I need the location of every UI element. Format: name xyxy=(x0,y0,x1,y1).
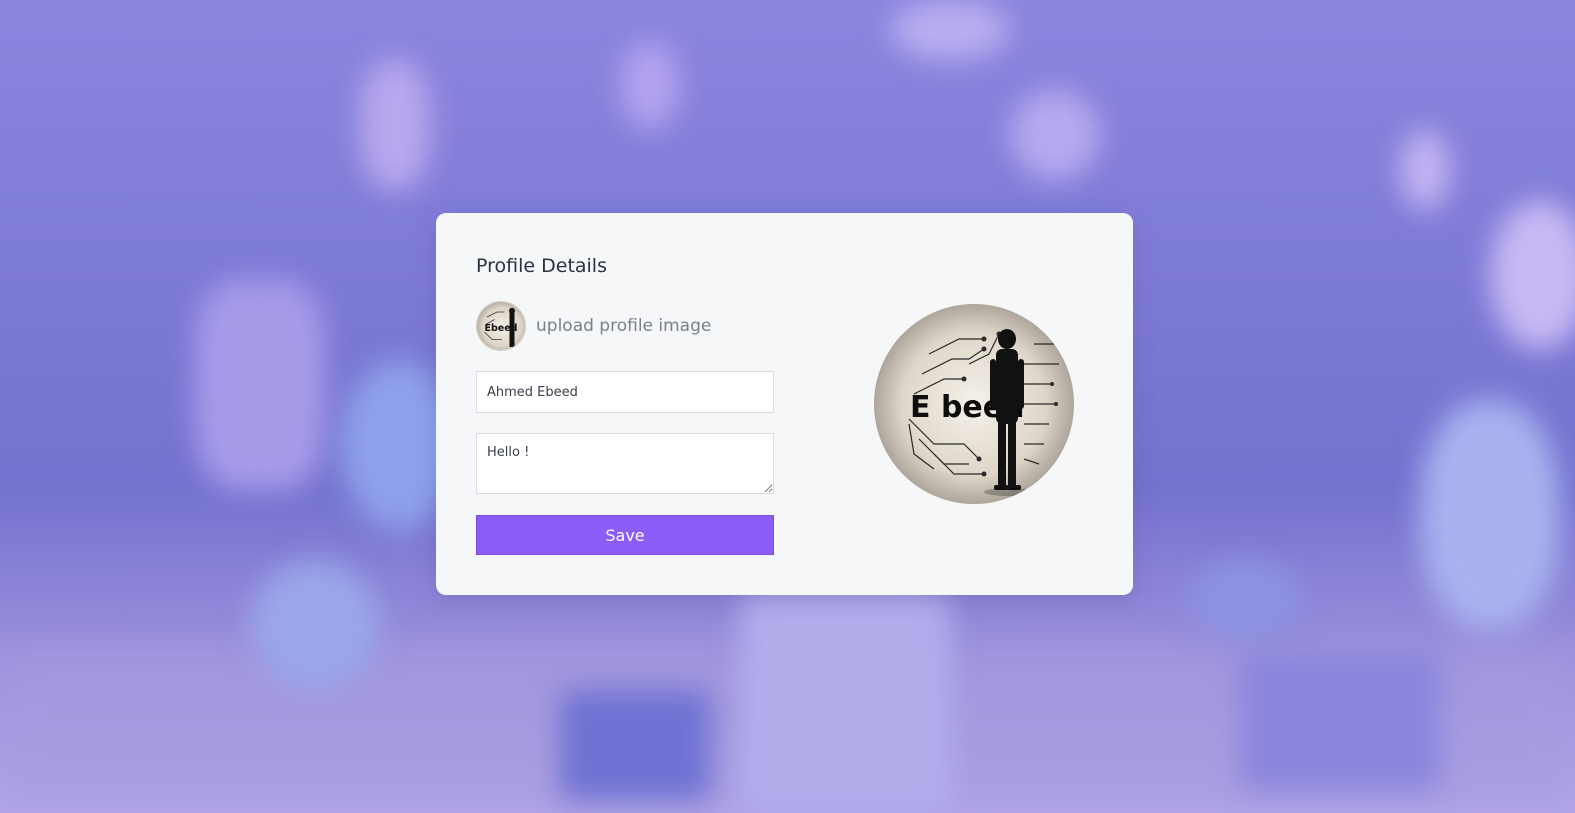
avatar-thumbnail[interactable]: Ebeed xyxy=(476,301,526,351)
profile-image-preview: E beed xyxy=(874,304,1074,504)
name-input[interactable] xyxy=(476,371,774,413)
bio-textarea[interactable]: Hello ! xyxy=(476,433,774,494)
profile-card: Profile Details Ebeed upload profile ima… xyxy=(436,213,1133,595)
upload-profile-image-button[interactable]: Ebeed upload profile image xyxy=(476,301,711,351)
save-button[interactable]: Save xyxy=(476,515,774,555)
upload-profile-image-label: upload profile image xyxy=(536,316,712,336)
page-title: Profile Details xyxy=(476,255,607,277)
